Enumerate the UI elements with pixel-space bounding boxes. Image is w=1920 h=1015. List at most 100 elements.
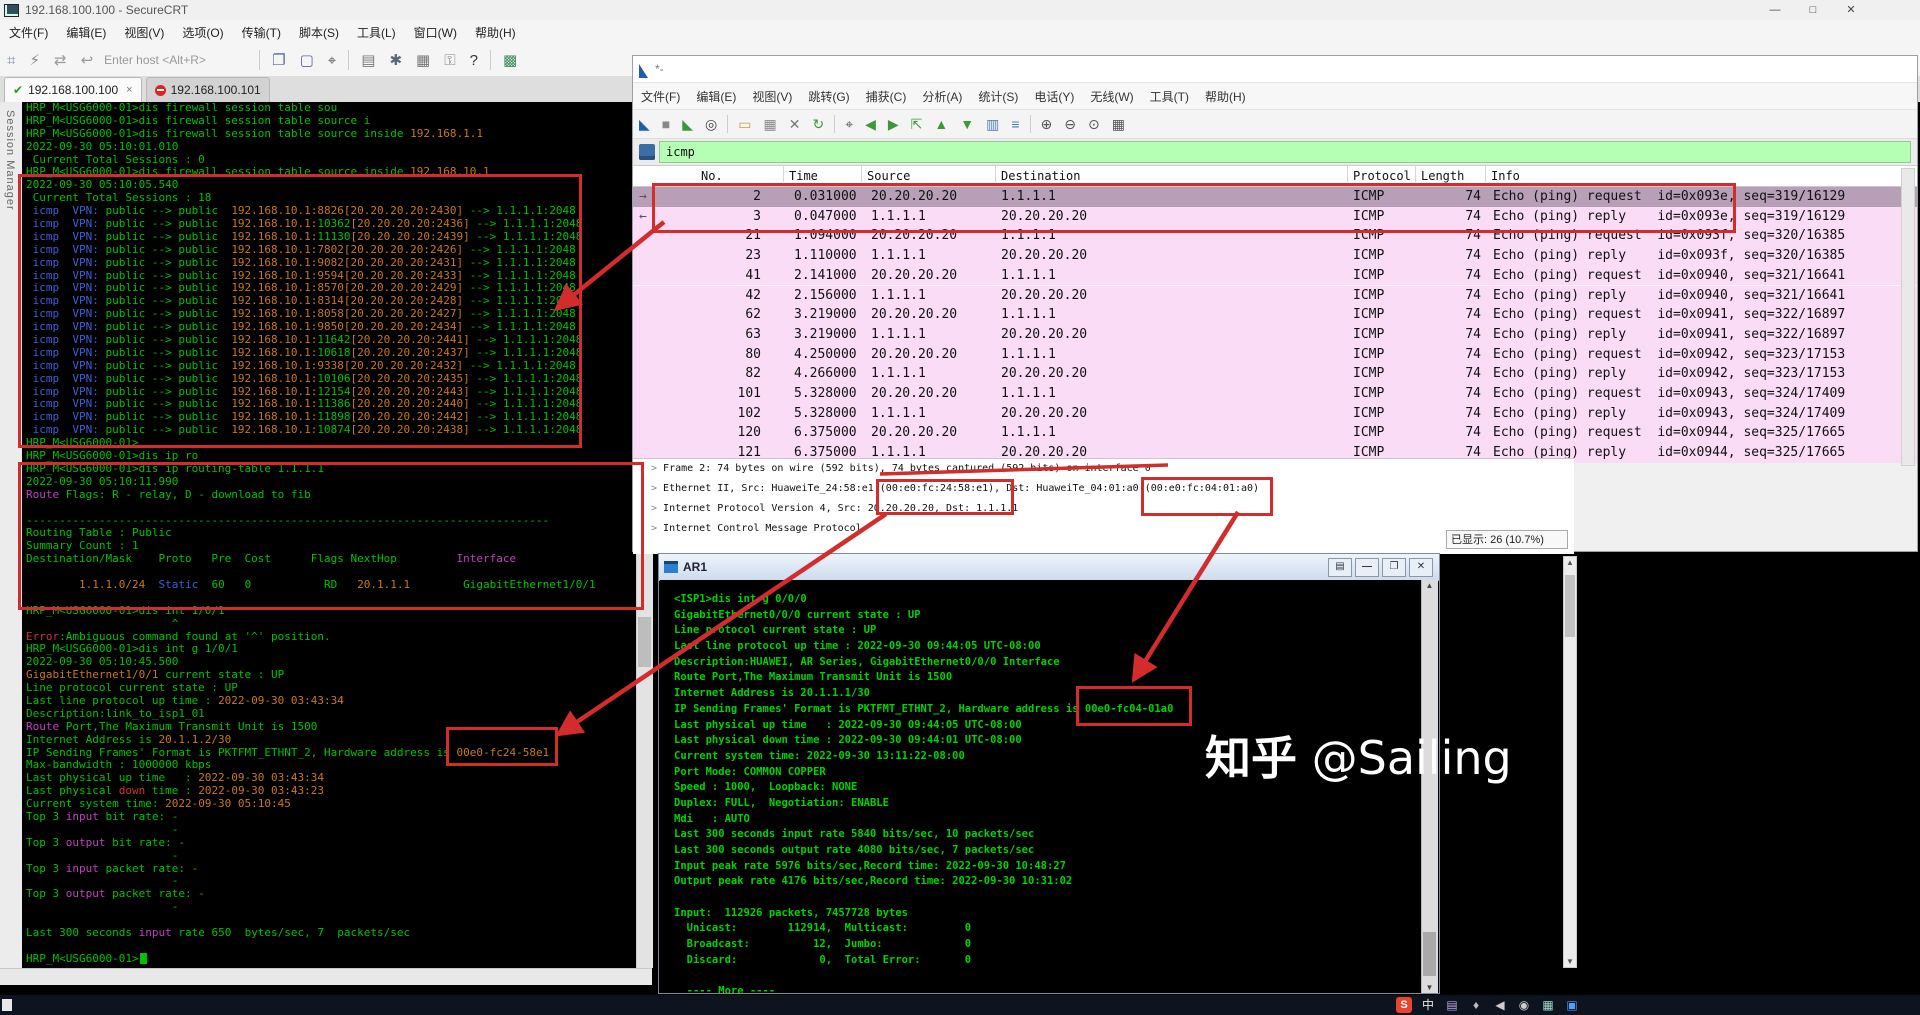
- go-jump-icon[interactable]: ⇱: [905, 116, 929, 133]
- ws-menu-item[interactable]: 视图(V): [744, 88, 800, 105]
- ar1-panel-button[interactable]: ▤: [1328, 558, 1352, 577]
- ws-menu-item[interactable]: 文件(F): [633, 88, 688, 105]
- expand-chevron-icon[interactable]: >: [651, 503, 663, 514]
- crt-menu-item[interactable]: 视图(V): [115, 24, 173, 41]
- scroll-down-icon[interactable]: ▼: [1564, 957, 1576, 966]
- session-connect-icon[interactable]: ⌗: [0, 52, 22, 69]
- ws-menu-item[interactable]: 统计(S): [970, 88, 1026, 105]
- column-header-time[interactable]: Time: [789, 166, 818, 186]
- packet-row-62[interactable]: 62 3.219000 20.20.20.20 1.1.1.1 ICMP 74 Echo (…: [633, 305, 1917, 325]
- go-forward-icon[interactable]: ▶: [882, 116, 905, 133]
- go-back-icon[interactable]: ◀: [859, 116, 882, 133]
- open-file-icon[interactable]: ▭: [732, 116, 757, 133]
- wireshark-titlebar[interactable]: *-: [633, 56, 1917, 83]
- packet-row-120[interactable]: 120 6.375000 20.20.20.20 1.1.1.1 ICMP 74 Echo …: [633, 423, 1917, 444]
- packet-list-header[interactable]: No. Time Source Destination Protocol Length In…: [633, 166, 1917, 187]
- packet-row-41[interactable]: 41 2.141000 20.20.20.20 1.1.1.1 ICMP 74 Echo (…: [633, 265, 1917, 286]
- packet-row-2[interactable]: → 2 0.031000 20.20.20.20 1.1.1.1 ICMP 74 Echo (…: [633, 187, 1917, 207]
- ar1-minimize-button[interactable]: —: [1355, 558, 1379, 577]
- go-bottom-icon[interactable]: ▼: [954, 116, 980, 132]
- ar1-maximize-button[interactable]: ❐: [1382, 558, 1406, 577]
- ws-menu-item[interactable]: 工具(T): [1142, 88, 1197, 105]
- display-tray-icon[interactable]: ▣: [1560, 996, 1584, 1014]
- crt-menu-item[interactable]: 工具(L): [348, 24, 405, 41]
- ar1-close-button[interactable]: ✕: [1409, 558, 1433, 577]
- column-header-source[interactable]: Source: [867, 166, 910, 186]
- copy-icon[interactable]: ❐: [265, 51, 292, 69]
- ws-menu-item[interactable]: 编辑(E): [688, 88, 744, 105]
- mic-icon[interactable]: ♦: [1464, 996, 1488, 1014]
- crt-menu-item[interactable]: 帮助(H): [466, 24, 525, 41]
- expand-chevron-icon[interactable]: >: [651, 483, 663, 494]
- ws-menu-item[interactable]: 跳转(G): [800, 88, 857, 105]
- ws-menu-item[interactable]: 分析(A): [914, 88, 970, 105]
- reconnect-icon[interactable]: ⇄: [47, 51, 74, 69]
- sogou-input-icon[interactable]: S: [1396, 997, 1412, 1013]
- packet-row-101[interactable]: 101 5.328000 20.20.20.20 1.1.1.1 ICMP 74 Echo …: [633, 384, 1917, 404]
- terminal-scrollbar-thumb[interactable]: [638, 617, 651, 667]
- ws-menu-item[interactable]: 帮助(H): [1197, 88, 1254, 105]
- packet-row-82[interactable]: 82 4.266000 1.1.1.1 20.20.20.20 ICMP 74 Echo (…: [633, 364, 1917, 384]
- packet-list-scrollbar[interactable]: [1901, 168, 1915, 466]
- key-icon[interactable]: ⚿: [437, 52, 462, 69]
- expand-chevron-icon[interactable]: >: [651, 463, 663, 474]
- zoom-in-icon[interactable]: ⊕: [1035, 116, 1059, 133]
- maximize-button[interactable]: □: [1794, 1, 1832, 19]
- options-icon[interactable]: ✱: [382, 51, 409, 69]
- session-tab-192.168.100.101[interactable]: 192.168.100.101: [145, 77, 270, 102]
- packet-row-23[interactable]: 23 1.110000 1.1.1.1 20.20.20.20 ICMP 74 Echo (…: [633, 246, 1917, 266]
- restart-capture-icon[interactable]: ◣: [676, 116, 699, 133]
- find-icon[interactable]: ⌖: [321, 52, 343, 69]
- scrollbar-thumb[interactable]: [1565, 575, 1575, 637]
- close-file-icon[interactable]: ✕: [783, 116, 807, 133]
- session-manager-icon[interactable]: ▩: [496, 51, 524, 69]
- ws-menu-item[interactable]: 无线(W): [1082, 88, 1141, 105]
- column-header-destination[interactable]: Destination: [1001, 166, 1080, 186]
- column-header-info[interactable]: Info: [1491, 166, 1520, 186]
- crt-menu-item[interactable]: 编辑(E): [57, 24, 115, 41]
- start-capture-icon[interactable]: ◣: [633, 116, 656, 133]
- taskbar[interactable]: S 中 ▤ ♦ ◀ ◉ ▦ ▣: [0, 995, 1920, 1015]
- keyboard-tray-icon[interactable]: ▦: [1536, 996, 1560, 1014]
- securecrt-titlebar[interactable]: 192.168.100.100 - SecureCRT — □ ✕: [0, 0, 1920, 21]
- reload-icon[interactable]: ↻: [806, 116, 830, 133]
- zoom-reset-icon[interactable]: ⊙: [1082, 116, 1106, 133]
- column-header-length[interactable]: Length: [1421, 166, 1464, 186]
- column-header-protocol[interactable]: Protocol: [1353, 166, 1411, 186]
- help-icon[interactable]: ?: [463, 52, 485, 69]
- capture-options-icon[interactable]: ◎: [699, 116, 723, 133]
- ar1-scroll-up-icon[interactable]: ▲: [1422, 581, 1437, 590]
- zoom-out-icon[interactable]: ⊖: [1058, 116, 1082, 133]
- filter-bookmark-icon[interactable]: [639, 144, 655, 160]
- taskbar-start-chip[interactable]: [2, 999, 12, 1011]
- colorize-icon[interactable]: ≡: [1005, 116, 1025, 132]
- quick-connect-icon[interactable]: ⚡: [22, 51, 47, 69]
- display-filter-input[interactable]: icmp: [659, 141, 1911, 163]
- save-file-icon[interactable]: ▦: [757, 116, 782, 133]
- tab-close-icon[interactable]: ×: [126, 84, 132, 96]
- terminal-output[interactable]: HRP_M<USG6000-01>dis firewall session ta…: [22, 102, 636, 968]
- volume-icon[interactable]: ◀: [1488, 996, 1512, 1014]
- crt-menu-item[interactable]: 窗口(W): [405, 24, 466, 41]
- stop-capture-icon[interactable]: ■: [656, 116, 676, 132]
- session-tab-192.168.100.100[interactable]: ✔ 192.168.100.100 ×: [4, 77, 142, 102]
- resize-columns-icon[interactable]: ▦: [1106, 116, 1131, 133]
- session-manager-sidebar[interactable]: Session Manager: [0, 102, 23, 968]
- detail-line[interactable]: > Frame 2: 74 bytes on wire (592 bits), …: [633, 459, 1574, 479]
- crt-menu-item[interactable]: 脚本(S): [290, 24, 348, 41]
- recorder-icon[interactable]: ◉: [1512, 996, 1536, 1014]
- column-header-no[interactable]: No.: [701, 166, 723, 186]
- expand-chevron-icon[interactable]: >: [651, 523, 663, 534]
- connect-host-input[interactable]: Enter host <Alt+R>: [104, 53, 254, 67]
- ws-menu-item[interactable]: 捕获(C): [858, 88, 915, 105]
- ar1-scrollbar-thumb[interactable]: [1423, 932, 1436, 976]
- packet-row-3[interactable]: ← 3 0.047000 1.1.1.1 20.20.20.20 ICMP 74 Echo (…: [633, 206, 1917, 227]
- packet-row-63[interactable]: 63 3.219000 1.1.1.1 20.20.20.20 ICMP 74 Echo (…: [633, 324, 1917, 345]
- detail-line[interactable]: > Ethernet II, Src: HuaweiTe_24:58:e1 (0…: [633, 479, 1574, 499]
- packet-row-42[interactable]: 42 2.156000 1.1.1.1 20.20.20.20 ICMP 74 Echo (…: [633, 285, 1917, 306]
- disconnect-icon[interactable]: ↩: [74, 51, 101, 69]
- packet-row-21[interactable]: 21 1.094000 20.20.20.20 1.1.1.1 ICMP 74 Echo (…: [633, 226, 1917, 247]
- ar1-titlebar[interactable]: AR1 ▤ — ❐ ✕: [659, 554, 1439, 581]
- close-button[interactable]: ✕: [1832, 1, 1870, 19]
- ime-chinese-icon[interactable]: 中: [1416, 996, 1440, 1014]
